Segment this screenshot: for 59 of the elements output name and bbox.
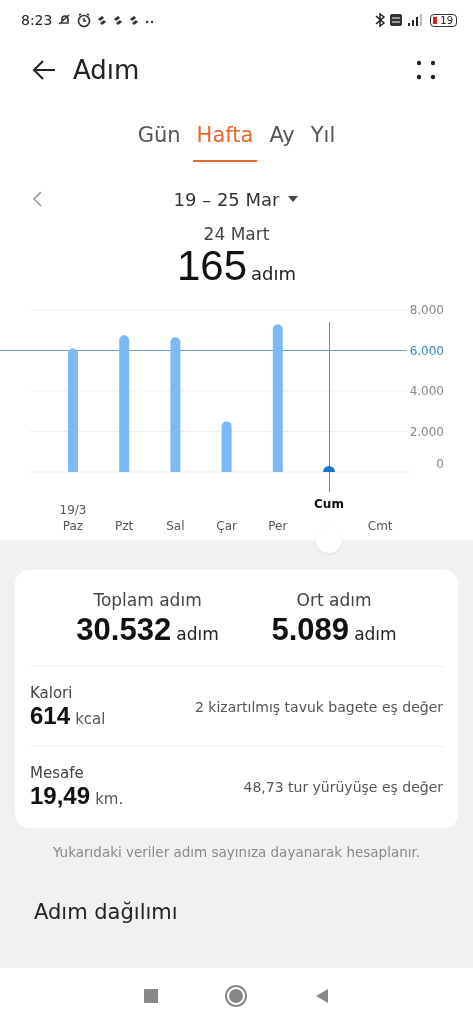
bar[interactable] [119, 335, 130, 472]
day-label[interactable]: Cum [314, 497, 344, 511]
metric-value: 614 [30, 702, 71, 729]
bluetooth-icon [374, 12, 387, 28]
home-icon[interactable] [224, 984, 249, 1008]
metric-label: Kalori [30, 684, 73, 702]
period-tab[interactable]: Ay [265, 118, 299, 162]
y-tick-label: 2.000 [409, 424, 444, 439]
y-tick-label: 6.000 [409, 343, 444, 358]
bar[interactable] [221, 421, 232, 472]
day-label[interactable]: Çar [216, 519, 237, 533]
stat-label: Toplam adım [93, 590, 202, 610]
more-icon[interactable] [415, 59, 437, 81]
selected-date: 24 Mart [202, 224, 271, 244]
day-label[interactable]: Pzt [115, 519, 134, 533]
recents-icon[interactable] [142, 988, 159, 1004]
section-title: Adım dağılımı [34, 900, 179, 924]
stat-value: 30.532 [76, 612, 172, 647]
notification-icon [98, 16, 107, 25]
period-tab[interactable]: Yıl [306, 118, 340, 162]
metric-equivalent: 48,73 tur yürüyüşe eş değer [243, 778, 443, 795]
stat-unit: adım [176, 624, 219, 644]
footnote: Yukarıdaki veriler adım sayınıza dayanarak hesaplanır. [51, 844, 422, 860]
step-count: 165 [176, 244, 248, 288]
day-label[interactable]: Paz [62, 519, 84, 533]
stat-label: Ort adım [296, 590, 372, 610]
metric-value: 19,49 [30, 782, 91, 809]
day-label[interactable]: Cmt [367, 519, 393, 533]
bar[interactable] [170, 337, 181, 472]
alarm-icon [78, 13, 91, 28]
bar[interactable] [272, 324, 283, 472]
caret-icon [287, 194, 300, 204]
day-label[interactable]: Sal [166, 519, 185, 533]
notification-icon [114, 16, 123, 25]
y-tick-label: 8.000 [409, 303, 444, 317]
stat-unit: adım [354, 624, 397, 644]
metric-equivalent: 2 kizartılmış tavuk bagete eş değer [195, 698, 443, 715]
battery-icon: 19 [430, 13, 457, 27]
week-start-date: 19/3 [59, 503, 87, 517]
selection-handle[interactable] [316, 527, 342, 553]
date-range-dropdown[interactable]: 19 – 25 Mar [167, 187, 306, 211]
previous-icon[interactable] [31, 190, 43, 208]
more-notifications-icon [146, 20, 154, 24]
stat-value: 5.089 [271, 612, 350, 647]
metric-label: Mesafe [30, 764, 84, 782]
y-tick-label: 0 [436, 457, 444, 471]
back-nav-icon[interactable] [314, 988, 331, 1004]
metric-unit: kcal [75, 710, 106, 728]
status-time: 8:23 [21, 12, 53, 28]
muted-bell-icon [58, 14, 71, 25]
period-tab[interactable]: Gün [133, 118, 185, 162]
page-title: Adım [73, 55, 140, 85]
metric-unit: km. [95, 790, 124, 808]
y-tick-label: 4.000 [409, 384, 444, 398]
day-label[interactable]: Per [268, 519, 288, 533]
notification-icon [130, 16, 139, 25]
step-unit: adım [251, 263, 297, 284]
volte-icon [390, 14, 403, 26]
back-icon[interactable] [31, 59, 57, 81]
